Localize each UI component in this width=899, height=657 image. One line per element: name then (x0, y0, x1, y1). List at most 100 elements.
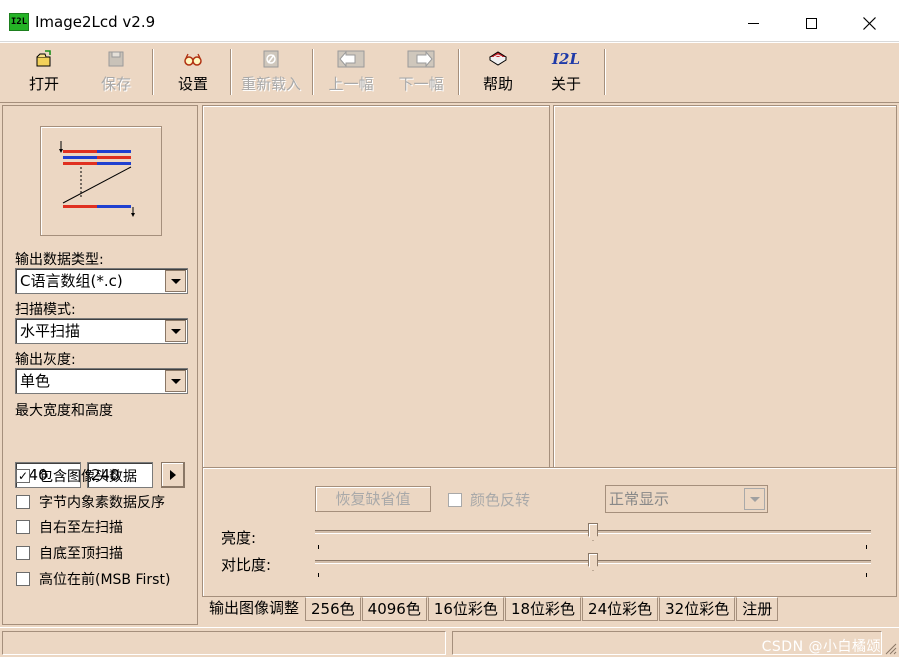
app-window: 打开 保存 设置 重新载入 上一幅 下一幅 帮助 I2L 关于 输出数据类型: … (0, 43, 899, 657)
settings-label: 设置 (177, 75, 208, 93)
watermark-text: CSDN @小白橘颂 (761, 639, 881, 655)
checkbox[interactable] (448, 492, 462, 507)
tab-32bit-color[interactable]: 32位彩色 (659, 597, 736, 621)
output-type-label: 输出数据类型: (15, 252, 104, 268)
check-msb-first[interactable]: 高位在前(MSB First) (16, 569, 170, 589)
minimize-icon (747, 22, 759, 24)
tab-image-adjust[interactable]: 输出图像调整 (204, 597, 305, 623)
dropdown-button[interactable] (165, 370, 186, 392)
brightness-label: 亮度: (221, 529, 257, 547)
scan-mode-select[interactable]: 水平扫描 (15, 318, 188, 344)
check-label: 高位在前(MSB First) (39, 572, 171, 588)
help-book-icon (489, 51, 507, 66)
floppy-disk-icon (108, 51, 124, 67)
tab-24bit-color[interactable]: 24位彩色 (582, 597, 659, 621)
output-image-pane (553, 105, 897, 503)
toolbar-separator (152, 49, 154, 95)
save-button[interactable]: 保存 (88, 47, 144, 99)
scan-mode-preview (40, 126, 162, 236)
status-pane-left (2, 631, 446, 655)
checkbox[interactable] (16, 572, 30, 586)
i2l-logo-icon: I2L (551, 50, 580, 68)
toolbar-separator (458, 49, 460, 95)
maximize-icon (805, 17, 817, 29)
close-icon (862, 16, 876, 30)
chevron-down-icon (170, 378, 181, 384)
prev-image-button[interactable]: 上一幅 (320, 47, 382, 99)
image-adjust-panel: 恢复缺省值 颜色反转 正常显示 亮度: 对比度: (202, 467, 897, 597)
display-mode-select[interactable]: 正常显示 (605, 485, 768, 513)
check-label: 包含图像头数据 (39, 469, 137, 485)
status-bar: CSDN @小白橘颂 (0, 627, 899, 657)
checkbox[interactable] (16, 546, 30, 560)
title-bar: I2L Image2Lcd v2.9 (0, 4, 899, 42)
contrast-label: 对比度: (221, 556, 272, 574)
open-button[interactable]: 打开 (16, 47, 72, 99)
tab-256-color[interactable]: 256色 (305, 597, 361, 621)
open-folder-icon (36, 50, 51, 67)
checkbox[interactable] (16, 495, 30, 509)
chevron-down-icon (170, 278, 181, 284)
toolbar: 打开 保存 设置 重新载入 上一幅 下一幅 帮助 I2L 关于 (0, 43, 899, 103)
check-label: 自右至左扫描 (39, 520, 123, 536)
tab-4096-color[interactable]: 4096色 (361, 597, 427, 621)
check-label: 字节内象素数据反序 (39, 495, 165, 511)
check-include-header[interactable]: ✓ 包含图像头数据 (16, 466, 137, 486)
invert-color-option[interactable]: 颜色反转 (448, 489, 530, 510)
toolbar-separator (604, 49, 606, 95)
brightness-slider[interactable] (588, 523, 598, 541)
about-label: 关于 (550, 75, 581, 93)
help-label: 帮助 (482, 75, 513, 93)
apply-size-button[interactable] (161, 462, 185, 488)
next-image-button[interactable]: 下一幅 (390, 47, 452, 99)
resize-grip-icon[interactable] (883, 641, 897, 655)
dropdown-button[interactable] (165, 320, 186, 342)
restore-defaults-button[interactable]: 恢复缺省值 (315, 486, 431, 512)
tick-mark (866, 573, 867, 577)
glasses-icon (184, 53, 202, 66)
contrast-slider[interactable] (588, 553, 598, 571)
prev-image-label: 上一幅 (328, 75, 374, 93)
next-image-label: 下一幅 (398, 75, 444, 93)
check-label: 自底至顶扫描 (39, 546, 123, 562)
arrow-right-icon (170, 470, 176, 480)
reload-button[interactable]: 重新载入 (238, 47, 304, 99)
chevron-down-icon (749, 496, 760, 502)
gray-level-select[interactable]: 单色 (15, 368, 188, 394)
minimize-button[interactable] (724, 4, 782, 42)
dropdown-button[interactable] (165, 270, 186, 292)
check-right-to-left[interactable]: 自右至左扫描 (16, 517, 123, 537)
reload-label: 重新载入 (240, 75, 301, 93)
help-button[interactable]: 帮助 (470, 47, 526, 99)
output-type-select[interactable]: C语言数组(*.c) (15, 268, 188, 294)
settings-panel: 输出数据类型: C语言数组(*.c) 扫描模式: 水平扫描 输出灰度: 单色 最… (2, 105, 198, 625)
toolbar-separator (230, 49, 232, 95)
dropdown-button[interactable] (744, 488, 765, 510)
app-icon: I2L (9, 13, 29, 31)
scan-mode-label: 扫描模式: (15, 302, 76, 318)
check-reverse-pixel-bits[interactable]: 字节内象素数据反序 (16, 492, 165, 512)
reload-icon (263, 50, 279, 68)
settings-button[interactable]: 设置 (162, 47, 224, 99)
chevron-down-icon (170, 328, 181, 334)
max-size-label: 最大宽度和高度 (15, 403, 113, 419)
close-button[interactable] (840, 4, 898, 42)
gray-level-label: 输出灰度: (15, 352, 76, 368)
tab-register[interactable]: 注册 (736, 597, 779, 621)
prev-arrow-icon (337, 50, 365, 68)
window-title: Image2Lcd v2.9 (35, 13, 156, 31)
toolbar-separator (312, 49, 314, 95)
checkbox[interactable] (16, 520, 30, 534)
color-depth-tabs: 输出图像调整 256色 4096色 16位彩色 18位彩色 24位彩色 32位彩… (204, 597, 779, 623)
display-mode-value: 正常显示 (609, 490, 670, 508)
checkbox[interactable]: ✓ (16, 469, 30, 483)
tab-16bit-color[interactable]: 16位彩色 (427, 597, 504, 621)
about-button[interactable]: I2L 关于 (538, 47, 594, 99)
next-arrow-icon (407, 50, 435, 68)
maximize-button[interactable] (782, 4, 840, 42)
tab-18bit-color[interactable]: 18位彩色 (504, 597, 582, 621)
scan-pattern-diagram (59, 141, 135, 217)
save-label: 保存 (100, 75, 131, 93)
check-bottom-to-top[interactable]: 自底至顶扫描 (16, 543, 123, 563)
output-type-value: C语言数组(*.c) (20, 272, 123, 290)
